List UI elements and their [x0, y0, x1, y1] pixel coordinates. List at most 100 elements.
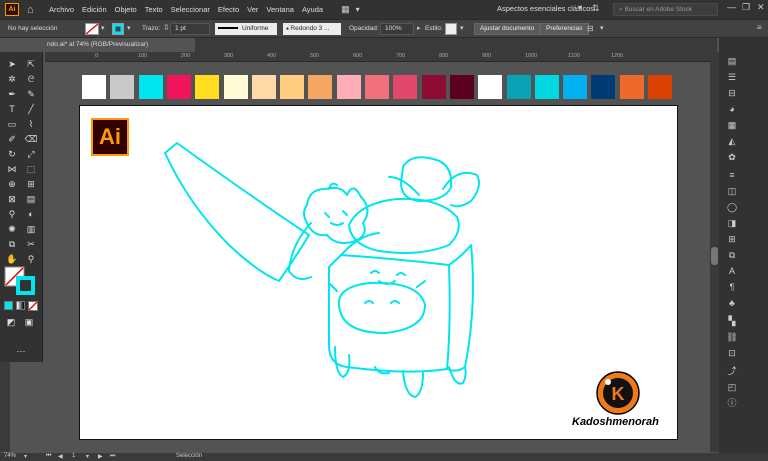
- info-panel-icon[interactable]: ⓘ: [725, 397, 739, 409]
- color-swatch[interactable]: [195, 75, 220, 99]
- column-graph-tool-icon[interactable]: ▥: [24, 223, 38, 235]
- width-tool-icon[interactable]: ⋈: [5, 163, 19, 175]
- zoom-tool-icon[interactable]: ⚲: [24, 253, 38, 265]
- links-panel-icon[interactable]: ⛓: [725, 331, 739, 343]
- document-setup-button[interactable]: Ajustar documento: [474, 23, 541, 35]
- color-swatch[interactable]: [648, 75, 672, 99]
- draw-normal-icon[interactable]: ◩: [4, 316, 18, 328]
- more-tools-icon[interactable]: ⋯: [14, 345, 28, 357]
- color-swatch[interactable]: [449, 75, 474, 99]
- transparency-panel-icon[interactable]: ◯: [725, 201, 739, 213]
- color-swatch[interactable]: [336, 75, 361, 99]
- magic-wand-tool-icon[interactable]: ✲: [5, 73, 19, 85]
- color-swatch[interactable]: [280, 75, 305, 99]
- color-swatch[interactable]: [534, 75, 559, 99]
- document-tab[interactable]: ndo.ai* al 74% (RGB/Previsualizar): [45, 38, 195, 52]
- pathfinder-panel-icon[interactable]: ⧉: [725, 249, 739, 261]
- symbols-panel-icon[interactable]: ✿: [725, 151, 739, 163]
- maximize-icon[interactable]: ❐: [742, 2, 750, 13]
- stroke-weight-stepper-icon[interactable]: ⇳: [163, 23, 170, 32]
- color-swatch[interactable]: [251, 75, 276, 99]
- navigator-panel-icon[interactable]: ◰: [725, 381, 739, 393]
- close-icon[interactable]: ✕: [757, 2, 765, 13]
- horizontal-ruler[interactable]: 0 100 200 300 400 500 600 700 800 900 1000 1100 1200: [45, 52, 710, 62]
- selection-tool-icon[interactable]: ➤: [5, 58, 19, 70]
- curvature-tool-icon[interactable]: ✎: [24, 88, 38, 100]
- fill-dropdown-icon[interactable]: ▾: [101, 24, 105, 32]
- direct-selection-tool-icon[interactable]: ⇱: [24, 58, 38, 70]
- artboard-number[interactable]: 1: [72, 453, 75, 459]
- menu-ventana[interactable]: Ventana: [266, 5, 294, 14]
- hand-tool-icon[interactable]: ✋: [5, 253, 19, 265]
- fill-stroke-widget[interactable]: [4, 266, 38, 296]
- brushes-panel-icon[interactable]: ◭: [725, 135, 739, 147]
- chevron-down-icon[interactable]: ▾: [356, 5, 360, 14]
- gradient-tool-icon[interactable]: ▤: [24, 193, 38, 205]
- color-swatch[interactable]: [421, 75, 446, 99]
- color-swatch[interactable]: [308, 75, 333, 99]
- next-artboard-icon[interactable]: ▶: [98, 453, 103, 460]
- layers-panel-icon[interactable]: ☰: [725, 71, 739, 83]
- shaper-tool-icon[interactable]: ✐: [5, 133, 19, 145]
- brush-select[interactable]: ● Redondo 3 ...: [283, 23, 341, 35]
- gradient-panel-icon[interactable]: ◫: [725, 185, 739, 197]
- zoom-level[interactable]: 74%: [4, 453, 16, 459]
- color-swatch[interactable]: [563, 75, 588, 99]
- stroke-dropdown-icon[interactable]: ▾: [127, 24, 131, 32]
- symbol-sprayer-tool-icon[interactable]: ✺: [5, 223, 19, 235]
- asset-export-panel-icon[interactable]: ⤴: [725, 365, 739, 377]
- slice-tool-icon[interactable]: ✂: [24, 238, 38, 250]
- menu-archivo[interactable]: Archivo: [49, 5, 74, 14]
- color-swatch[interactable]: [82, 75, 106, 99]
- none-mode-icon[interactable]: [28, 301, 38, 311]
- shape-builder-tool-icon[interactable]: ⊕: [5, 178, 19, 190]
- paragraph-panel-icon[interactable]: ¶: [725, 281, 739, 293]
- align-icon[interactable]: ⊟: [587, 24, 594, 33]
- minimize-icon[interactable]: —: [727, 2, 736, 12]
- first-artboard-icon[interactable]: ⏮: [46, 453, 51, 460]
- blend-tool-icon[interactable]: ◐: [24, 208, 38, 220]
- workspace-chevron-icon[interactable]: ▾: [578, 3, 582, 12]
- stroke-profile-select[interactable]: Uniforme: [215, 23, 277, 35]
- last-artboard-icon[interactable]: ⏭: [110, 453, 115, 460]
- fill-none-icon[interactable]: [85, 23, 99, 35]
- stock-search-input[interactable]: ⌕ Buscar en Adobe Stock: [613, 3, 718, 16]
- glyphs-panel-icon[interactable]: ♣: [725, 297, 739, 309]
- rotate-tool-icon[interactable]: ↻: [5, 148, 19, 160]
- image-trace-panel-icon[interactable]: ▚: [725, 315, 739, 327]
- properties-panel-icon[interactable]: ▤: [725, 55, 739, 67]
- arrange-documents-icon[interactable]: ▦: [341, 4, 350, 15]
- menu-objeto[interactable]: Objeto: [115, 5, 137, 14]
- style-swatch[interactable]: [445, 23, 457, 35]
- opacity-dropdown-icon[interactable]: ▸: [417, 24, 421, 32]
- color-panel-icon[interactable]: ◕: [725, 103, 739, 115]
- color-swatch[interactable]: [619, 75, 644, 99]
- paintbrush-tool-icon[interactable]: ⌇: [24, 118, 38, 130]
- scrollbar-thumb[interactable]: [711, 247, 718, 265]
- menu-efecto[interactable]: Efecto: [218, 5, 239, 14]
- align-dropdown-icon[interactable]: ▾: [600, 24, 604, 32]
- color-swatch[interactable]: [506, 75, 531, 99]
- lasso-tool-icon[interactable]: ᘓ: [24, 73, 38, 85]
- perspective-grid-tool-icon[interactable]: ⊞: [24, 178, 38, 190]
- zoom-dropdown-icon[interactable]: ▾: [24, 453, 27, 460]
- eraser-tool-icon[interactable]: ⌫: [24, 133, 38, 145]
- artboard-dropdown-icon[interactable]: ▾: [86, 453, 89, 460]
- share-icon[interactable]: ⇅: [592, 3, 600, 14]
- align-panel-icon[interactable]: ⊞: [725, 233, 739, 245]
- panel-menu-icon[interactable]: ≡: [757, 23, 762, 32]
- vertical-scrollbar[interactable]: [710, 52, 719, 452]
- gradient-mode-icon[interactable]: [16, 301, 25, 310]
- stroke-color-icon[interactable]: [112, 23, 124, 35]
- artboards-panel-icon[interactable]: ⊡: [725, 347, 739, 359]
- screen-mode-icon[interactable]: ▣: [22, 316, 36, 328]
- stroke-weight-field[interactable]: 1 pt: [170, 23, 210, 35]
- color-swatch[interactable]: [223, 75, 248, 99]
- menu-edicion[interactable]: Edición: [82, 5, 107, 14]
- menu-texto[interactable]: Texto: [145, 5, 163, 14]
- color-swatch[interactable]: [138, 75, 163, 99]
- artboard-tool-icon[interactable]: ⧉: [5, 238, 19, 250]
- color-swatch[interactable]: [478, 75, 503, 99]
- pen-tool-icon[interactable]: ✒: [5, 88, 19, 100]
- libraries-panel-icon[interactable]: ⊟: [725, 87, 739, 99]
